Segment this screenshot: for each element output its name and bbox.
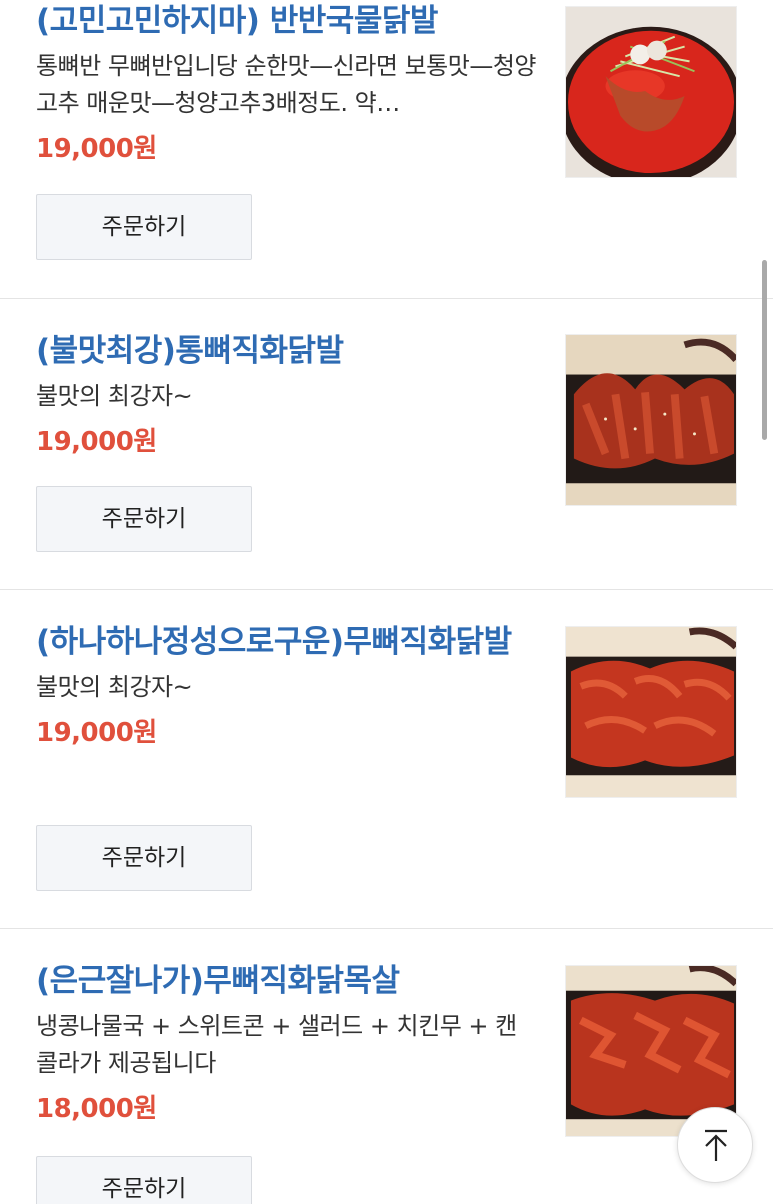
menu-list: (고민고민하지마) 반반국물닭발 통뼈반 무뼈반입니당 순한맛—신라면 보통맛—… — [0, 0, 773, 1204]
menu-item-name[interactable]: (불맛최강)통뼈직화닭발 — [36, 330, 536, 372]
menu-item-price: 19,000원 — [36, 134, 157, 164]
order-button[interactable]: 주문하기 — [36, 486, 252, 552]
menu-item-price: 19,000원 — [36, 718, 157, 748]
menu-item-description: 불맛의 최강자~ — [36, 673, 193, 701]
order-button[interactable]: 주문하기 — [36, 194, 252, 260]
order-button[interactable]: 주문하기 — [36, 1156, 252, 1204]
order-button[interactable]: 주문하기 — [36, 825, 252, 891]
menu-item[interactable]: (하나하나정성으로구운)무뼈직화닭발 불맛의 최강자~ 19,000원 주문하기 — [0, 590, 773, 929]
scrollbar[interactable] — [762, 260, 767, 440]
spicy-soup-chicken-feet-photo[interactable] — [565, 6, 737, 178]
menu-item[interactable]: (불맛최강)통뼈직화닭발 불맛의 최강자~ 19,000원 주문하기 — [0, 299, 773, 590]
menu-item-name[interactable]: (고민고민하지마) 반반국물닭발 — [36, 0, 536, 42]
menu-item[interactable]: (은근잘나가)무뼈직화닭목살 냉콩나물국 + 스위트콘 + 샐러드 + 치킨무 … — [0, 929, 773, 1204]
menu-item[interactable]: (고민고민하지마) 반반국물닭발 통뼈반 무뼈반입니당 순한맛—신라면 보통맛—… — [0, 0, 773, 299]
menu-item-info: (하나하나정성으로구운)무뼈직화닭발 불맛의 최강자~ 19,000원 — [36, 621, 536, 750]
scroll-to-top-button[interactable] — [677, 1107, 753, 1183]
menu-item-name[interactable]: (은근잘나가)무뼈직화닭목살 — [36, 960, 536, 1002]
menu-item-info: (불맛최강)통뼈직화닭발 불맛의 최강자~ 19,000원 — [36, 330, 536, 459]
grilled-boneless-chicken-feet-photo[interactable] — [565, 626, 737, 798]
menu-item-description: 냉콩나물국 + 스위트콘 + 샐러드 + 치킨무 + 캔콜라가 제공됩니다 — [36, 1012, 517, 1077]
menu-item-info: (은근잘나가)무뼈직화닭목살 냉콩나물국 + 스위트콘 + 샐러드 + 치킨무 … — [36, 960, 536, 1126]
menu-item-price: 18,000원 — [36, 1094, 157, 1124]
arrow-up-icon — [705, 1129, 727, 1161]
grilled-bone-in-chicken-feet-photo[interactable] — [565, 334, 737, 506]
grilled-bone-in-chicken-feet-image — [566, 335, 736, 505]
menu-item-name[interactable]: (하나하나정성으로구운)무뼈직화닭발 — [36, 621, 536, 663]
menu-item-price: 19,000원 — [36, 427, 157, 457]
spicy-soup-chicken-feet-image — [566, 7, 736, 177]
menu-item-info: (고민고민하지마) 반반국물닭발 통뼈반 무뼈반입니당 순한맛—신라면 보통맛—… — [36, 0, 536, 166]
menu-item-description: 통뼈반 무뼈반입니당 순한맛—신라면 보통맛—청양고추 매운맛—청양고추3배정도… — [36, 52, 536, 117]
grilled-boneless-chicken-feet-image — [566, 627, 736, 797]
menu-item-description: 불맛의 최강자~ — [36, 382, 193, 410]
